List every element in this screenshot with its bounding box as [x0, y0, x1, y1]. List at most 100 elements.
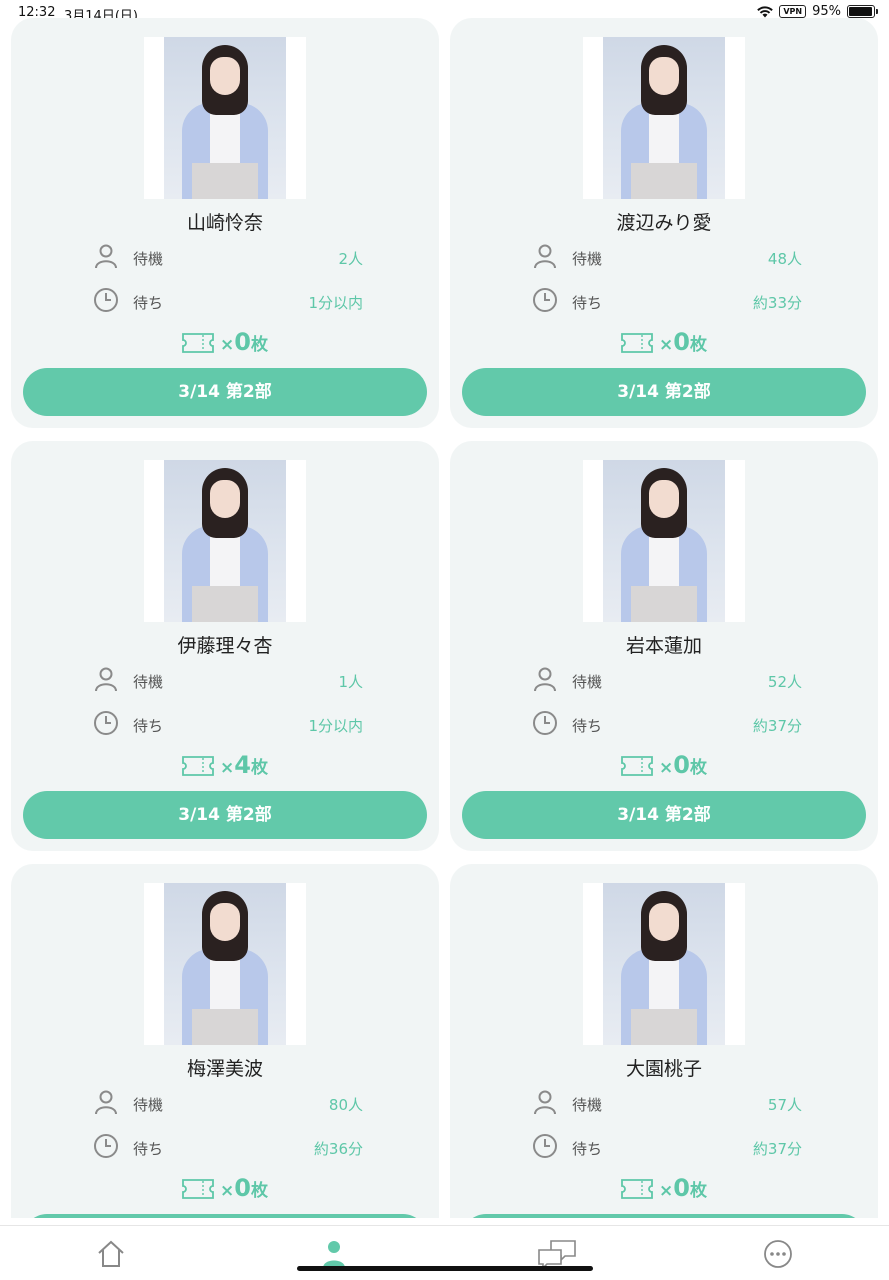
clock-icon	[93, 287, 119, 313]
ticket-multiply: ×	[659, 335, 674, 355]
ticket-icon	[621, 756, 653, 776]
member-name: 大園桃子	[625, 1058, 702, 1080]
member-card[interactable]: 伊藤理々杏 待機 1人 待ち 1分以内 ×4枚 3/14 第2部	[11, 441, 439, 851]
ticket-number: 0	[673, 1174, 690, 1202]
member-photo	[144, 460, 306, 622]
ticket-count: ×0枚	[450, 1174, 878, 1202]
member-card[interactable]: 岩本蓮加 待機 52人 待ち 約37分 ×0枚 3/14 第2部	[450, 441, 878, 851]
waiting-label: 待機	[572, 1096, 603, 1114]
waiting-label: 待機	[133, 1096, 164, 1114]
member-name: 渡辺みり愛	[616, 212, 712, 234]
waiting-row: 待機 80人	[93, 1089, 363, 1117]
ticket-unit: 枚	[689, 1181, 707, 1201]
waiting-row: 待機 1人	[93, 666, 363, 694]
ticket-multiply: ×	[220, 335, 235, 355]
session-button[interactable]: 3/14 第2部	[462, 368, 866, 416]
more-icon[interactable]	[762, 1238, 794, 1270]
waiting-count: 1人	[338, 673, 363, 691]
ticket-multiply: ×	[220, 1181, 235, 1201]
wait-time-label: 待ち	[572, 294, 603, 312]
wait-time-label: 待ち	[133, 717, 164, 735]
wait-time-label: 待ち	[572, 717, 603, 735]
ticket-icon	[182, 756, 214, 776]
ticket-icon	[621, 1179, 653, 1199]
waiting-count: 52人	[767, 673, 802, 691]
session-button[interactable]	[462, 1214, 866, 1218]
waiting-label: 待機	[572, 250, 603, 268]
wait-time-row: 待ち 約33分	[532, 287, 802, 315]
clock-icon	[93, 710, 119, 736]
ticket-unit: 枚	[250, 1181, 268, 1201]
ticket-count: ×0枚	[450, 328, 878, 356]
member-name: 岩本蓮加	[625, 635, 702, 657]
home-icon[interactable]	[95, 1238, 127, 1270]
waiting-label: 待機	[572, 673, 603, 691]
ticket-multiply: ×	[659, 758, 674, 778]
ticket-unit: 枚	[250, 335, 268, 355]
wait-time-row: 待ち 約37分	[532, 710, 802, 738]
wait-time-value: 約37分	[752, 1140, 802, 1158]
wait-time-value: 約33分	[752, 294, 802, 312]
session-button[interactable]: 3/14 第2部	[23, 791, 427, 839]
person-icon	[93, 1089, 119, 1115]
member-grid: 山崎怜奈 待機 2人 待ち 1分以内 ×0枚 3/14 第2部 渡辺みり愛 待機…	[0, 0, 889, 1218]
ticket-number: 4	[234, 751, 251, 779]
ticket-count: ×0枚	[11, 1174, 439, 1202]
member-photo	[144, 883, 306, 1045]
member-card[interactable]: 渡辺みり愛 待機 48人 待ち 約33分 ×0枚 3/14 第2部	[450, 18, 878, 428]
member-name: 梅澤美波	[186, 1058, 263, 1080]
ticket-icon	[621, 333, 653, 353]
person-icon	[532, 1089, 558, 1115]
session-button[interactable]: 3/14 第2部	[462, 791, 866, 839]
ticket-unit: 枚	[689, 335, 707, 355]
member-photo	[583, 460, 745, 622]
person-icon	[532, 666, 558, 692]
ticket-number: 0	[234, 1174, 251, 1202]
wait-time-value: 約37分	[752, 717, 802, 735]
waiting-row: 待機 2人	[93, 243, 363, 271]
person-icon	[532, 243, 558, 269]
waiting-label: 待機	[133, 673, 164, 691]
ticket-icon	[182, 1179, 214, 1199]
member-photo	[144, 37, 306, 199]
waiting-row: 待機 52人	[532, 666, 802, 694]
ticket-unit: 枚	[250, 758, 268, 778]
member-photo	[583, 883, 745, 1045]
clock-icon	[532, 710, 558, 736]
ticket-multiply: ×	[220, 758, 235, 778]
wait-time-label: 待ち	[572, 1140, 603, 1158]
waiting-count: 80人	[328, 1096, 363, 1114]
clock-icon	[93, 1133, 119, 1159]
person-icon	[93, 666, 119, 692]
wait-time-label: 待ち	[133, 294, 164, 312]
ticket-number: 0	[234, 328, 251, 356]
session-button[interactable]: 3/14 第2部	[23, 368, 427, 416]
waiting-count: 57人	[767, 1096, 802, 1114]
tab-bar	[0, 1225, 889, 1280]
waiting-label: 待機	[133, 250, 164, 268]
session-button[interactable]	[23, 1214, 427, 1218]
wait-time-row: 待ち 1分以内	[93, 710, 363, 738]
ticket-number: 0	[673, 751, 690, 779]
wait-time-value: 約36分	[313, 1140, 363, 1158]
ticket-count: ×4枚	[11, 751, 439, 779]
member-card[interactable]: 大園桃子 待機 57人 待ち 約37分 ×0枚	[450, 864, 878, 1218]
member-card[interactable]: 梅澤美波 待機 80人 待ち 約36分 ×0枚	[11, 864, 439, 1218]
wait-time-row: 待ち 約37分	[532, 1133, 802, 1161]
ticket-multiply: ×	[659, 1181, 674, 1201]
member-name: 伊藤理々杏	[177, 635, 273, 657]
ticket-icon	[182, 333, 214, 353]
wait-time-value: 1分以内	[308, 717, 363, 735]
wait-time-row: 待ち 約36分	[93, 1133, 363, 1161]
waiting-row: 待機 48人	[532, 243, 802, 271]
member-card[interactable]: 山崎怜奈 待機 2人 待ち 1分以内 ×0枚 3/14 第2部	[11, 18, 439, 428]
wait-time-label: 待ち	[133, 1140, 164, 1158]
home-indicator	[297, 1266, 593, 1271]
ticket-count: ×0枚	[450, 751, 878, 779]
waiting-count: 2人	[338, 250, 363, 268]
member-name: 山崎怜奈	[186, 212, 263, 234]
person-icon	[93, 243, 119, 269]
member-photo	[583, 37, 745, 199]
wait-time-row: 待ち 1分以内	[93, 287, 363, 315]
ticket-number: 0	[673, 328, 690, 356]
